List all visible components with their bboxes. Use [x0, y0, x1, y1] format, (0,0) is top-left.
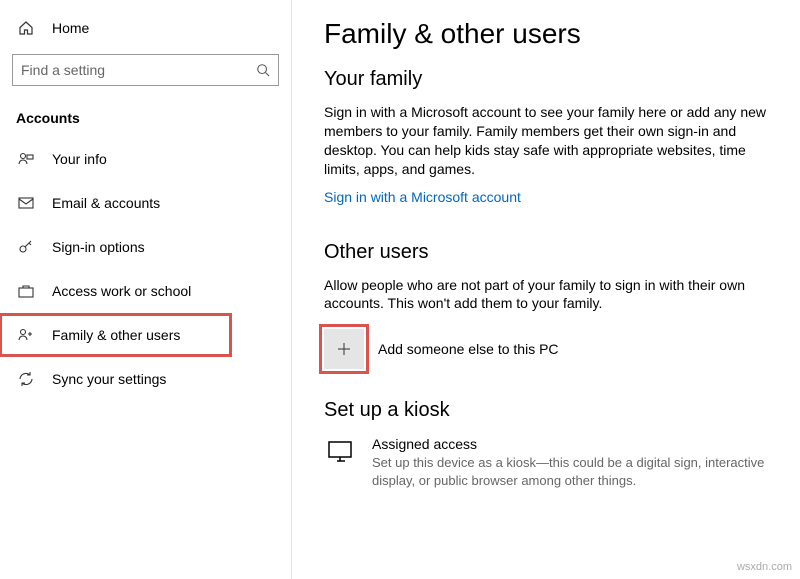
search-wrap	[0, 48, 291, 96]
home-label: Home	[52, 20, 89, 36]
sidebar-item-label: Sync your settings	[52, 371, 166, 387]
home-icon	[16, 18, 36, 38]
search-input[interactable]	[21, 62, 256, 78]
family-body: Sign in with a Microsoft account to see …	[324, 103, 772, 179]
assigned-access-desc: Set up this device as a kiosk—this could…	[372, 454, 772, 489]
mail-icon	[16, 193, 36, 213]
sidebar-item-signin-options[interactable]: Sign-in options	[0, 226, 291, 268]
other-users-heading: Other users	[324, 241, 772, 264]
sidebar-item-your-info[interactable]: Your info	[0, 138, 291, 180]
assigned-access-item[interactable]: Assigned access Set up this device as a …	[324, 436, 772, 489]
sidebar-item-email-accounts[interactable]: Email & accounts	[0, 182, 291, 224]
sidebar-item-sync-settings[interactable]: Sync your settings	[0, 358, 291, 400]
plus-icon	[335, 340, 353, 358]
kiosk-icon	[324, 436, 358, 470]
family-heading: Your family	[324, 68, 772, 91]
other-users-body: Allow people who are not part of your fa…	[324, 276, 772, 314]
assigned-access-title: Assigned access	[372, 436, 772, 452]
sidebar-item-label: Access work or school	[52, 283, 191, 299]
sync-icon	[16, 369, 36, 389]
sidebar-item-label: Email & accounts	[52, 195, 160, 211]
sidebar-item-family-other-users[interactable]: Family & other users	[0, 314, 231, 356]
home-button[interactable]: Home	[0, 8, 291, 48]
sidebar-item-access-work-school[interactable]: Access work or school	[0, 270, 291, 312]
add-user-label: Add someone else to this PC	[378, 341, 559, 357]
watermark: wsxdn.com	[737, 561, 792, 573]
sidebar-item-label: Family & other users	[52, 327, 180, 343]
page-title: Family & other users	[324, 18, 772, 50]
briefcase-icon	[16, 281, 36, 301]
search-icon	[256, 63, 270, 77]
person-card-icon	[16, 149, 36, 169]
signin-microsoft-link[interactable]: Sign in with a Microsoft account	[324, 189, 521, 205]
key-icon	[16, 237, 36, 257]
sidebar-item-label: Sign-in options	[52, 239, 145, 255]
add-user-button[interactable]	[324, 329, 364, 369]
add-user-row[interactable]: Add someone else to this PC	[324, 329, 772, 369]
search-box[interactable]	[12, 54, 279, 86]
sidebar: Home Accounts Your info Email & accounts	[0, 0, 292, 579]
kiosk-heading: Set up a kiosk	[324, 399, 772, 422]
sidebar-section-label: Accounts	[0, 96, 291, 136]
main-panel: Family & other users Your family Sign in…	[292, 0, 800, 579]
people-plus-icon	[16, 325, 36, 345]
sidebar-item-label: Your info	[52, 151, 107, 167]
